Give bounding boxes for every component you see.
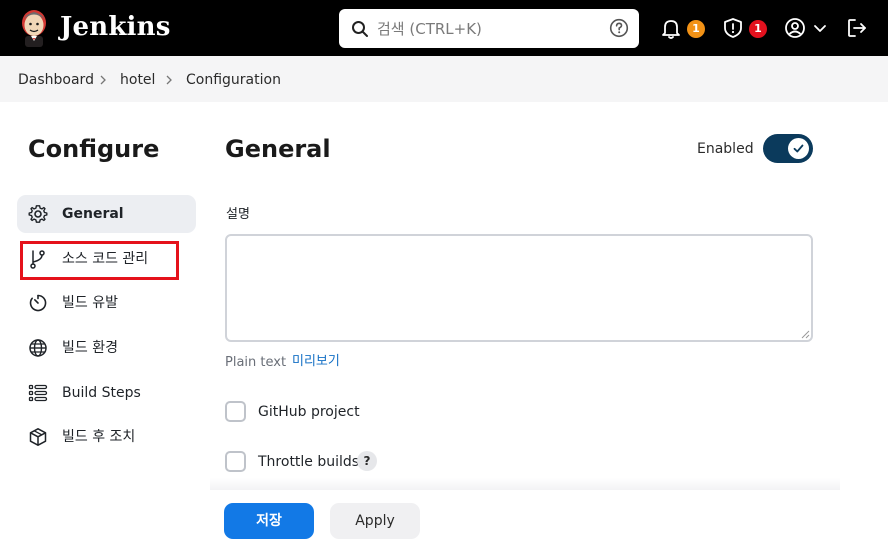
sidebar-item-label: 빌드 유발 — [62, 295, 118, 311]
chevron-right-icon — [100, 75, 106, 85]
sidebar-item-build-steps[interactable]: Build Steps — [17, 374, 196, 412]
notifications-badge[interactable]: 1 — [687, 20, 705, 38]
throttle-builds-label[interactable]: Throttle builds — [258, 453, 359, 471]
description-textarea[interactable] — [225, 234, 813, 342]
throttle-builds-checkbox[interactable] — [225, 451, 246, 472]
throttle-builds-help-button[interactable]: ? — [357, 451, 377, 471]
search-input[interactable] — [377, 16, 597, 41]
gear-icon — [28, 205, 48, 223]
plain-text-label: Plain text — [225, 355, 287, 370]
sidebar-item-general[interactable]: General — [17, 195, 196, 233]
enabled-toggle[interactable] — [763, 134, 813, 163]
search-icon — [352, 21, 368, 37]
sidebar-item-label: Build Steps — [62, 385, 141, 401]
apply-button[interactable]: Apply — [330, 503, 420, 539]
github-project-checkbox[interactable] — [225, 401, 246, 422]
bottom-bar-shadow — [210, 478, 840, 490]
security-badge[interactable]: 1 — [749, 20, 767, 38]
chevron-down-icon[interactable] — [812, 16, 828, 40]
list-icon — [28, 384, 48, 402]
sidebar-item-build-environment[interactable]: 빌드 환경 — [17, 329, 196, 367]
description-label: 설명 — [226, 207, 250, 222]
globe-icon — [29, 339, 47, 357]
resize-grip-icon[interactable] — [801, 330, 810, 339]
toggle-knob — [788, 138, 809, 159]
sidebar-item-label: 빌드 환경 — [62, 340, 118, 356]
enabled-label: Enabled — [697, 141, 754, 157]
top-header: Jenkins 1 1 — [0, 0, 888, 56]
chevron-right-icon — [166, 75, 172, 85]
sidebar-item-label: General — [62, 206, 124, 222]
sidebar-item-post-build[interactable]: 빌드 후 조치 — [17, 418, 196, 456]
user-icon[interactable] — [783, 16, 807, 40]
search-box[interactable] — [339, 9, 639, 48]
preview-link[interactable]: 미리보기 — [292, 353, 340, 371]
brand-name[interactable]: Jenkins — [60, 9, 171, 45]
logout-icon[interactable] — [845, 16, 869, 40]
highlight-annotation-box — [20, 241, 179, 280]
jenkins-logo-icon[interactable] — [18, 8, 50, 48]
package-icon — [29, 428, 47, 446]
breadcrumb-dashboard[interactable]: Dashboard — [18, 71, 94, 89]
bell-icon[interactable] — [659, 16, 683, 40]
checkmark-icon — [793, 144, 804, 153]
configure-title: Configure — [28, 135, 160, 163]
breadcrumb-configuration[interactable]: Configuration — [186, 71, 281, 89]
timer-icon — [29, 294, 47, 312]
help-icon[interactable] — [609, 18, 629, 38]
save-button[interactable]: 저장 — [224, 503, 314, 539]
github-project-label[interactable]: GitHub project — [258, 403, 360, 421]
section-title: General — [225, 135, 331, 163]
shield-icon[interactable] — [721, 16, 745, 40]
breadcrumb: Dashboard hotel Configuration — [0, 56, 888, 102]
sidebar-item-label: 빌드 후 조치 — [62, 429, 136, 445]
breadcrumb-hotel[interactable]: hotel — [120, 71, 155, 89]
sidebar-item-build-triggers[interactable]: 빌드 유발 — [17, 284, 196, 322]
